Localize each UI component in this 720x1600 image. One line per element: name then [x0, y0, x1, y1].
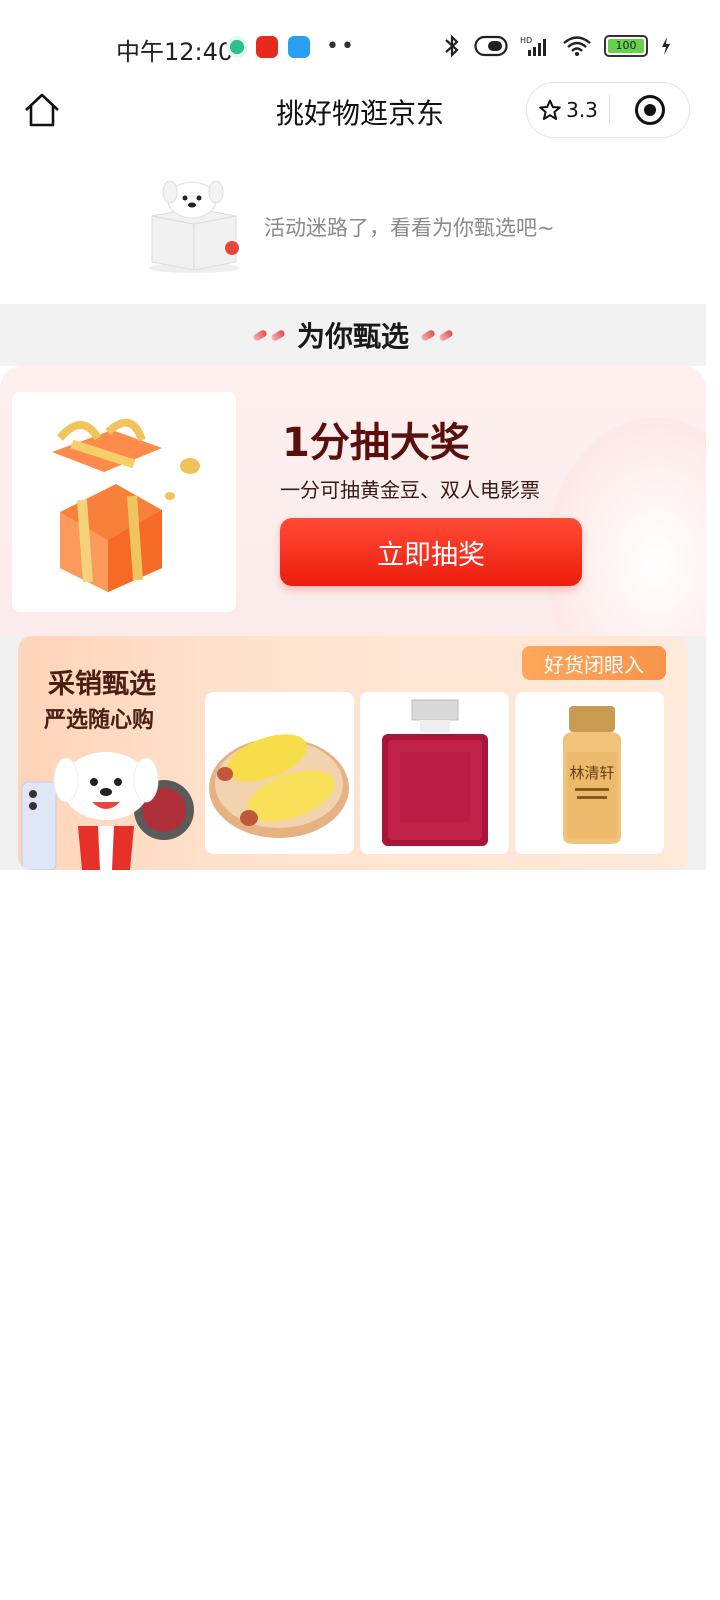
- promo-badge: 好货闭眼入: [522, 646, 666, 680]
- lottery-card[interactable]: 1分抽大奖 一分可抽黄金豆、双人电影票 立即抽奖: [0, 366, 706, 636]
- status-time: 中午12:40: [116, 38, 234, 66]
- activity-lost-notice: 活动迷路了，看看为你甄选吧~: [140, 178, 600, 278]
- charging-icon: [662, 37, 670, 55]
- mini-program-capsule: 3.3: [526, 82, 690, 138]
- section-header: 为你甄选: [0, 304, 706, 366]
- notice-text: 活动迷路了，看看为你甄选吧~: [264, 216, 555, 240]
- draw-now-button[interactable]: 立即抽奖: [280, 518, 582, 586]
- close-miniprogram-button[interactable]: [610, 93, 689, 127]
- promo-item[interactable]: 林清轩: [515, 692, 664, 854]
- status-icons: HD 100: [442, 34, 672, 58]
- wifi-icon: [563, 36, 591, 56]
- signal-icon: HD: [520, 36, 546, 56]
- app-notification-icon: [256, 36, 278, 58]
- corn-sausage-bread-image: [209, 734, 349, 838]
- app-notification-icon: [226, 36, 248, 58]
- more-notifications-icon: ••: [326, 34, 356, 59]
- promo-item[interactable]: [360, 692, 509, 854]
- svg-text:HD: HD: [520, 36, 532, 45]
- procurement-selection-card[interactable]: 采销甄选 严选随心购 好货闭眼入 林清轩: [18, 636, 688, 870]
- nav-bar: 挑好物逛京东 3.3: [0, 78, 720, 142]
- rating-button[interactable]: 3.3: [527, 98, 609, 122]
- decoration-icon: [420, 328, 454, 342]
- toggle-icon: [474, 35, 508, 57]
- joy-mascot-box-illustration: [148, 180, 240, 273]
- lottery-title: 1分抽大奖: [282, 420, 470, 466]
- section-title: 为你甄选: [296, 320, 409, 353]
- star-icon: [539, 99, 561, 120]
- promo-item-list: 林清轩: [205, 692, 664, 854]
- essence-brand-label: 林清轩: [569, 764, 614, 782]
- app-notification-icon: [288, 36, 310, 58]
- promo-title: 采销甄选: [48, 669, 156, 700]
- bluetooth-icon: [445, 34, 459, 58]
- decoration-icon: [252, 328, 286, 342]
- lottery-subtitle: 一分可抽黄金豆、双人电影票: [280, 478, 540, 502]
- gift-box-illustration: [52, 418, 200, 592]
- battery-icon: 100: [604, 35, 648, 57]
- gift-box-image: [12, 392, 236, 612]
- promo-item[interactable]: [205, 692, 354, 854]
- perfume-image: [382, 699, 488, 846]
- essence-bottle-image: 林清轩: [563, 706, 621, 844]
- promo-subtitle: 严选随心购: [44, 708, 155, 733]
- rating-value: 3.3: [566, 98, 598, 122]
- target-icon: [634, 95, 665, 125]
- joy-mascot-illustration: [21, 752, 194, 870]
